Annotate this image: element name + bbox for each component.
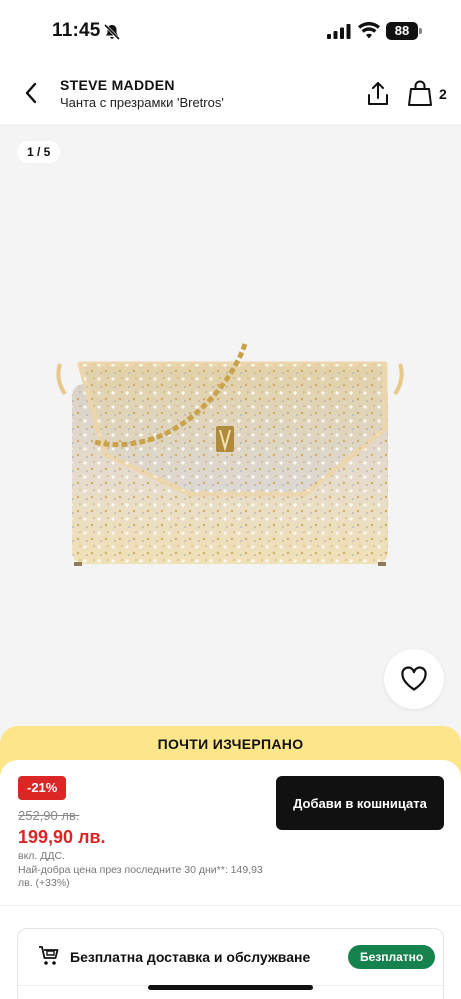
battery-indicator: 88 [386, 22, 418, 40]
status-bar: 11:45 88 [0, 0, 461, 58]
status-time: 11:45 [52, 20, 101, 41]
lowest-price-note: Най-добра цена през последните 30 дни**:… [18, 864, 263, 889]
product-header: STEVE MADDEN Чанта с презрамки 'Bretros'… [0, 58, 461, 124]
cart-count-badge: 2 [439, 86, 447, 102]
home-indicator[interactable] [148, 985, 313, 990]
free-delivery-badge: Безплатно [348, 945, 436, 969]
battery-tip [419, 28, 422, 34]
stock-warning-text: ПОЧТИ ИЗЧЕРПАНО [157, 736, 304, 752]
bell-muted-icon [103, 23, 121, 41]
add-to-cart-button[interactable]: Добави в кошницата [276, 776, 444, 830]
cellular-signal-icon [327, 24, 351, 39]
brand-name[interactable]: STEVE MADDEN [60, 77, 175, 93]
original-price: 252,90 лв. [18, 808, 80, 823]
battery-level: 88 [394, 23, 410, 38]
product-image[interactable] [40, 334, 420, 584]
wifi-icon [358, 22, 380, 39]
section-divider [0, 905, 461, 906]
delivery-label: Безплатна доставка и обслужване [70, 949, 311, 965]
share-icon[interactable] [364, 80, 392, 108]
shopping-bag-icon[interactable] [405, 78, 435, 108]
sale-price: 199,90 лв. [18, 827, 106, 847]
add-to-cart-label: Добави в кошницата [293, 795, 427, 811]
vat-note: вкл. ДДС. [18, 850, 65, 862]
wishlist-button[interactable] [384, 649, 444, 709]
discount-badge: -21% [18, 776, 67, 800]
chevron-left-icon [25, 82, 37, 104]
product-gallery[interactable]: 1 / 5 [0, 124, 461, 744]
heart-icon [401, 666, 427, 691]
back-button[interactable] [16, 78, 46, 108]
delivery-cart-icon [39, 946, 59, 965]
image-counter: 1 / 5 [17, 141, 61, 163]
product-title: Чанта с презрамки 'Bretros' [60, 95, 224, 110]
